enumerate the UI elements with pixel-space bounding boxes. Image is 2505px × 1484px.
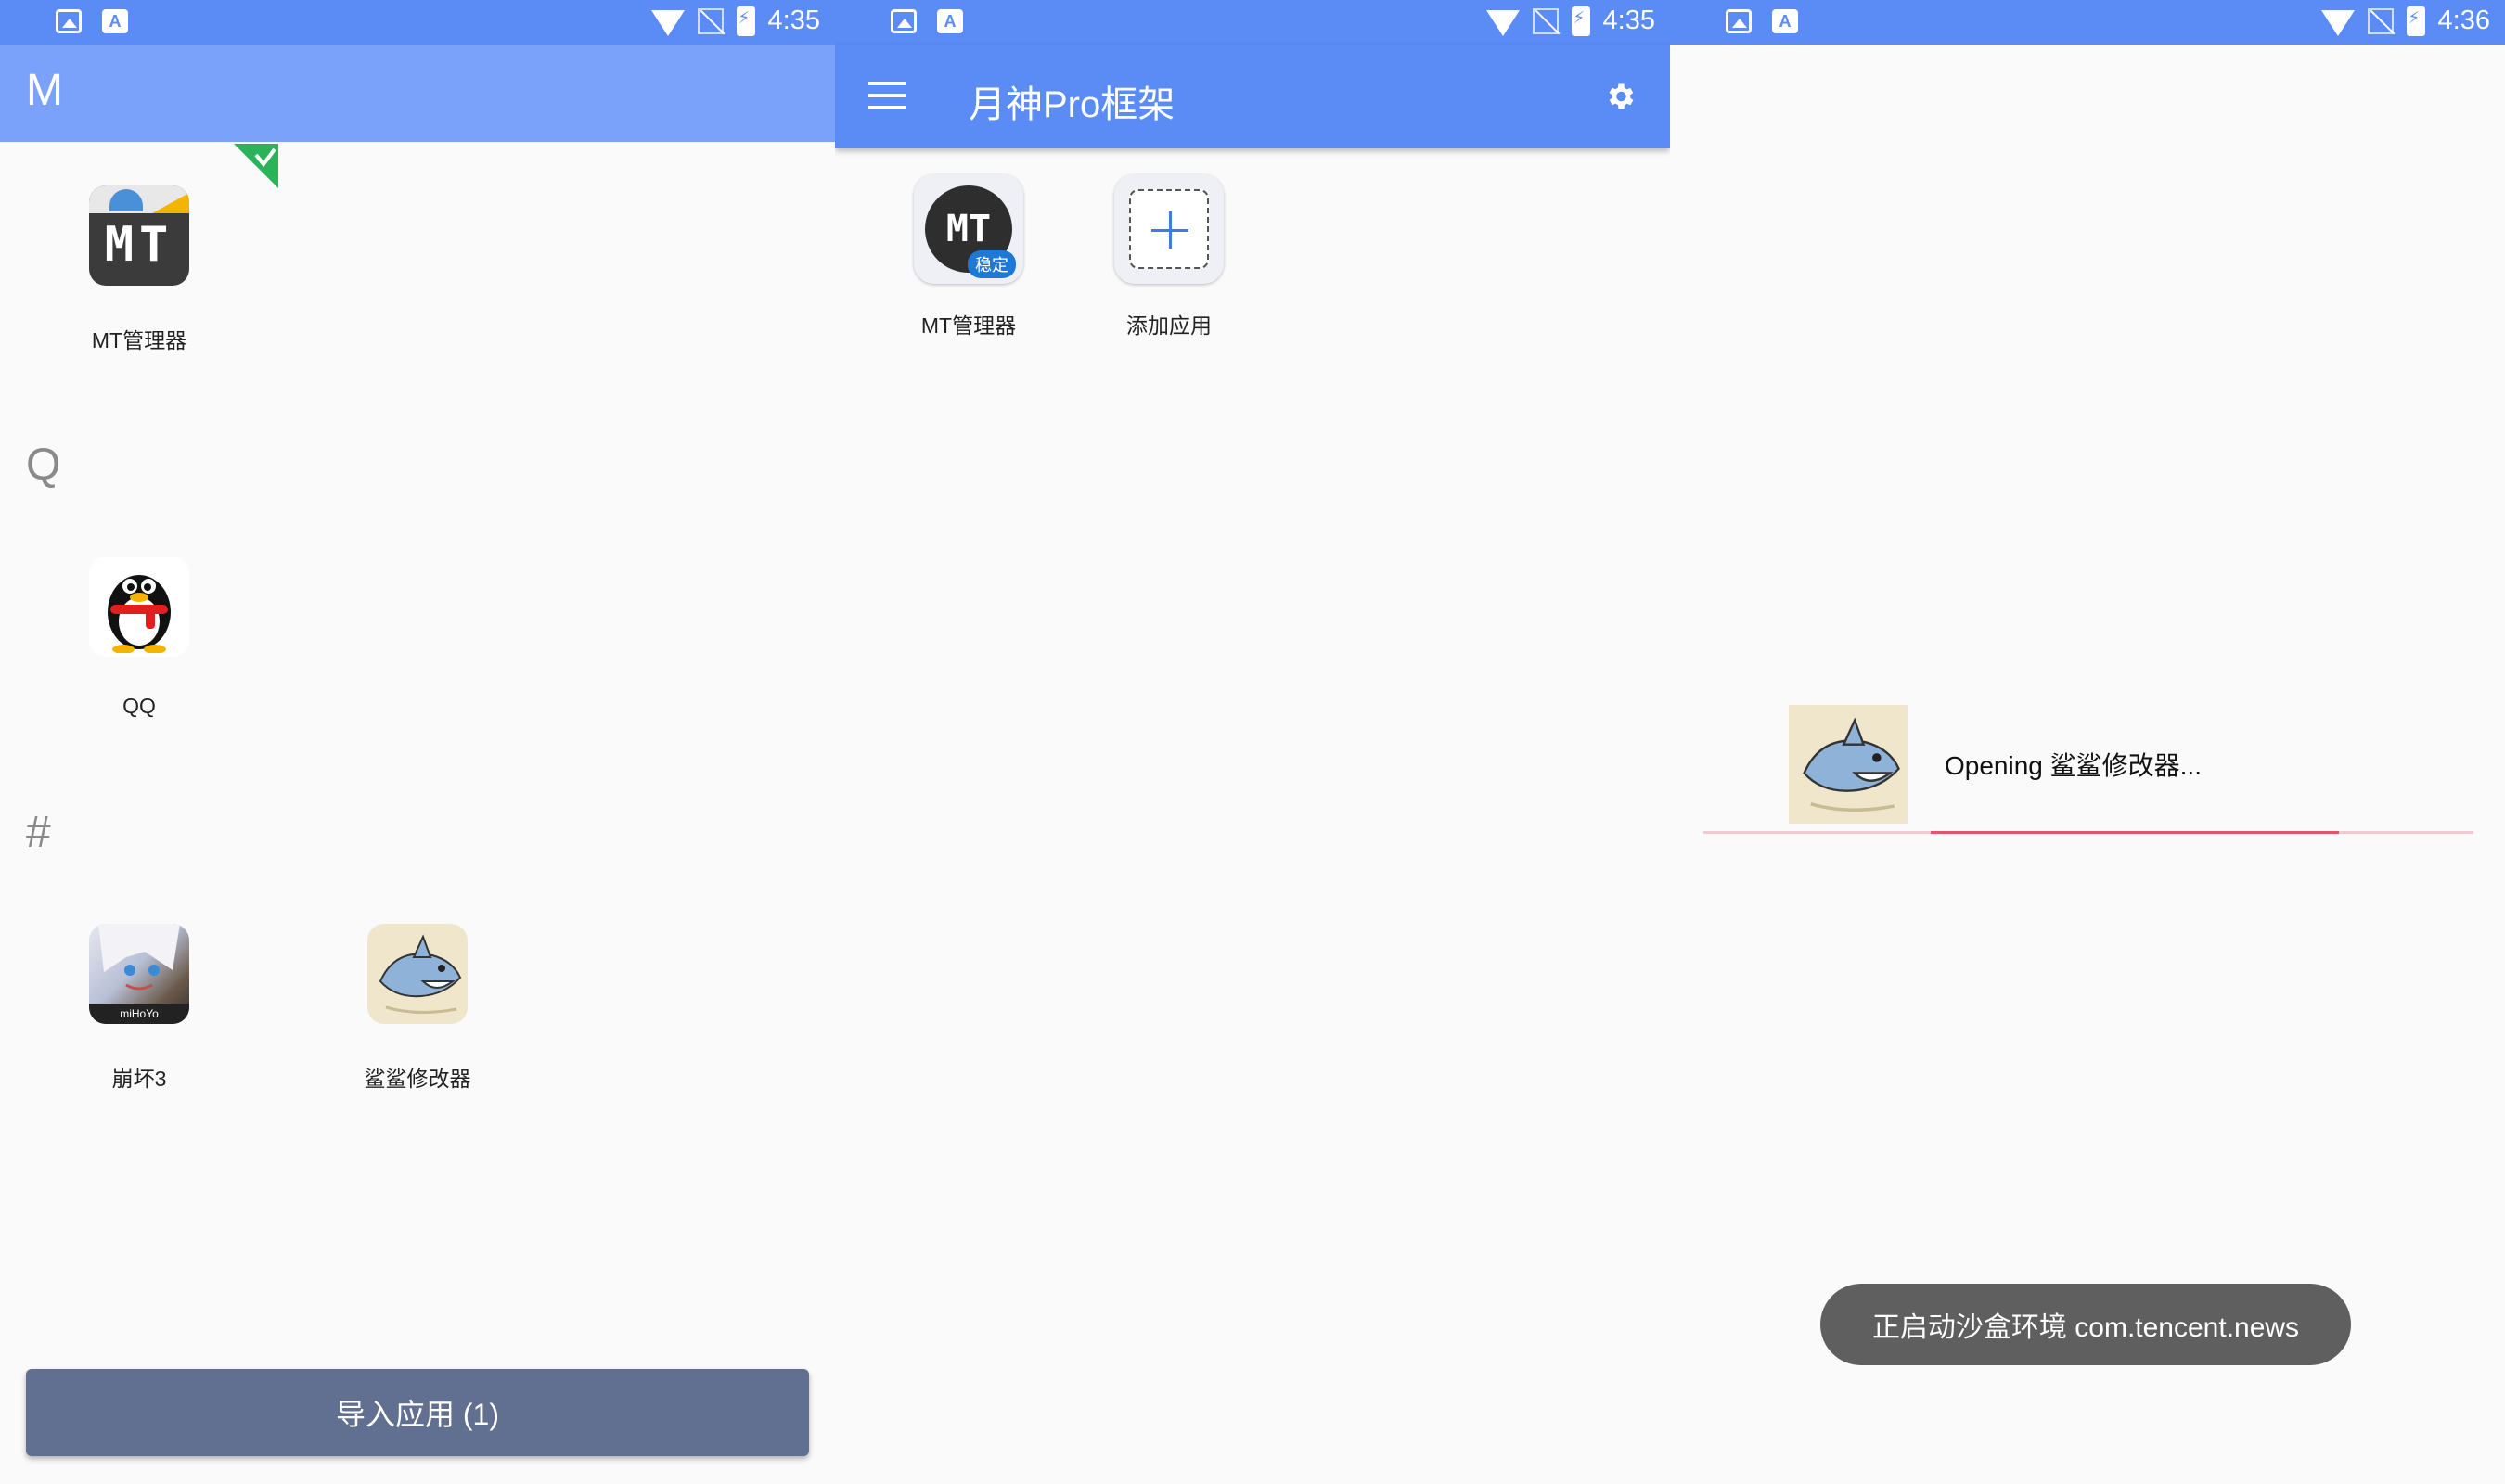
add-icon <box>1114 174 1224 284</box>
status-time: 4:35 <box>767 6 820 35</box>
wifi-icon <box>2320 9 2355 36</box>
image-icon <box>891 9 917 33</box>
a-icon: A <box>1772 9 1798 33</box>
shark-icon <box>367 924 468 1024</box>
battery-charging-icon <box>1571 6 1590 36</box>
app-item-shark-modifier[interactable]: 鲨鲨修改器 <box>325 924 510 1093</box>
gear-icon[interactable] <box>1603 80 1637 113</box>
add-app-button[interactable]: 添加应用 <box>1095 174 1243 339</box>
app-label: QQ <box>122 694 156 718</box>
app-item-qq[interactable]: QQ <box>46 556 232 719</box>
launching-panel: A 4:36 Opening 鲨鲨修改器... 正启动沙盒环境 com.tenc… <box>1670 0 2505 1484</box>
honkai3-tag: miHoYo <box>89 1004 189 1024</box>
wifi-icon <box>650 9 685 36</box>
no-signal-icon <box>1532 7 1559 34</box>
section-letter: M <box>26 66 63 115</box>
wifi-icon <box>1485 9 1520 36</box>
selected-check-icon <box>234 144 278 188</box>
status-bar: A 4:36 <box>1670 0 2505 45</box>
toast-message: 正启动沙盒环境 com.tencent.news <box>1820 1284 2351 1365</box>
app-label: 鲨鲨修改器 <box>364 1067 471 1091</box>
status-bar: A 4:35 <box>835 0 1670 45</box>
no-signal-icon <box>697 7 724 34</box>
opening-row: Opening 鲨鲨修改器... <box>1789 705 2202 824</box>
status-bar: A 4:35 <box>0 0 835 45</box>
mt-manager-icon: MT 稳定 <box>914 174 1023 284</box>
launch-progress-bar <box>1703 831 2473 834</box>
opening-text: Opening 鲨鲨修改器... <box>1945 751 2202 780</box>
section-letter: # <box>26 808 51 857</box>
app-item-mt-manager[interactable]: MT 稳定 MT管理器 <box>894 174 1043 339</box>
section-letter: Q <box>26 441 61 490</box>
honkai3-icon: miHoYo <box>89 924 189 1024</box>
import-apps-button[interactable]: 导入应用 (1) <box>26 1369 809 1456</box>
toolbar-title: 月神Pro框架 <box>969 84 1175 125</box>
status-time: 4:35 <box>1602 6 1655 35</box>
qq-penguin-icon <box>89 556 189 657</box>
shark-icon <box>1789 705 1908 824</box>
status-time: 4:36 <box>2437 6 2490 35</box>
progress-fill <box>1931 831 2339 834</box>
no-signal-icon <box>2367 7 2394 34</box>
framework-home-panel: A 4:35 月神Pro框架 MT 稳定 MT管理器 添加应用 <box>835 0 1670 1484</box>
stable-badge: 稳定 <box>968 250 1016 278</box>
image-icon <box>1726 9 1752 33</box>
app-list-panel: A 4:35 M MT MT管理器 Q <box>0 0 835 1484</box>
app-toolbar: 月神Pro框架 <box>835 45 1670 148</box>
a-icon: A <box>102 9 128 33</box>
a-icon: A <box>937 9 963 33</box>
app-item-honkai3[interactable]: miHoYo 崩坏3 <box>46 924 232 1093</box>
app-label: 崩坏3 <box>111 1067 167 1091</box>
hamburger-menu-icon[interactable] <box>868 82 906 109</box>
app-label: MT管理器 <box>920 313 1017 338</box>
app-label: MT管理器 <box>91 328 187 352</box>
app-label: 添加应用 <box>1126 313 1212 338</box>
mt-manager-icon: MT <box>89 186 189 286</box>
image-icon <box>56 9 82 33</box>
app-item-mt-manager[interactable]: MT MT管理器 <box>46 186 232 354</box>
battery-charging-icon <box>736 6 755 36</box>
section-header-m: M <box>0 45 835 142</box>
battery-charging-icon <box>2406 6 2425 36</box>
